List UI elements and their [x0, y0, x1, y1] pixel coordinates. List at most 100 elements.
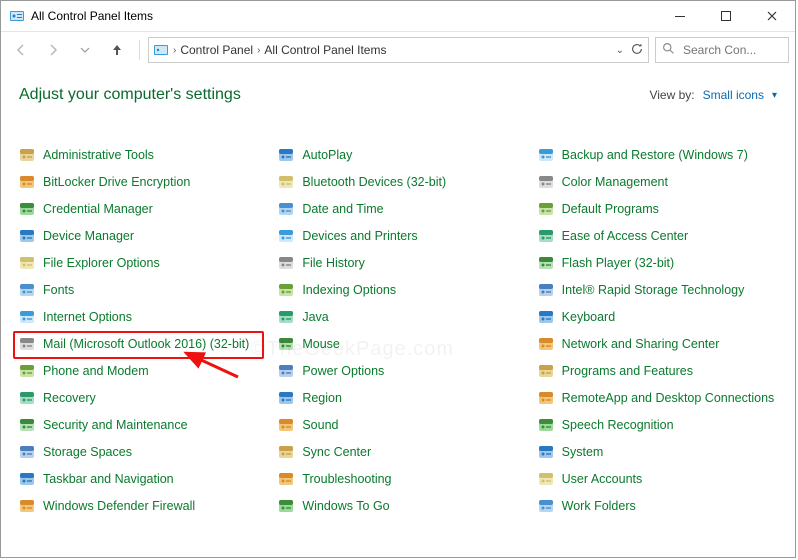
cpl-item-icon: [538, 498, 554, 514]
cpl-item-flash-player-32-bit[interactable]: Flash Player (32-bit): [538, 254, 777, 272]
back-button[interactable]: [7, 36, 35, 64]
cpl-item-icon: [278, 255, 294, 271]
cpl-item-icon: [278, 336, 294, 352]
cpl-item-fonts[interactable]: Fonts: [19, 281, 258, 299]
recent-dropdown[interactable]: [71, 36, 99, 64]
search-icon: [662, 42, 675, 58]
cpl-item-icon: [19, 309, 35, 325]
cpl-item-label: System: [562, 445, 604, 459]
up-button[interactable]: [103, 36, 131, 64]
cpl-item-icon: [538, 201, 554, 217]
maximize-button[interactable]: [703, 1, 749, 31]
cpl-item-internet-options[interactable]: Internet Options: [19, 308, 258, 326]
search-box[interactable]: [655, 37, 789, 63]
cpl-item-credential-manager[interactable]: Credential Manager: [19, 200, 258, 218]
cpl-item-mail-microsoft-outlook-2016-32-bit[interactable]: Mail (Microsoft Outlook 2016) (32-bit): [19, 335, 258, 353]
view-by-value[interactable]: Small icons: [703, 88, 764, 102]
cpl-item-administrative-tools[interactable]: Administrative Tools: [19, 146, 258, 164]
cpl-item-label: Devices and Printers: [302, 229, 417, 243]
cpl-item-icon: [278, 282, 294, 298]
cpl-item-phone-and-modem[interactable]: Phone and Modem: [19, 362, 258, 380]
chevron-down-icon: ▾: [772, 90, 777, 101]
cpl-item-label: RemoteApp and Desktop Connections: [562, 391, 775, 405]
cpl-item-network-and-sharing-center[interactable]: Network and Sharing Center: [538, 335, 777, 353]
forward-button[interactable]: [39, 36, 67, 64]
cpl-item-date-and-time[interactable]: Date and Time: [278, 200, 517, 218]
address-bar[interactable]: › Control Panel › All Control Panel Item…: [148, 37, 649, 63]
chevron-right-icon: ›: [257, 45, 260, 56]
minimize-button[interactable]: [657, 1, 703, 31]
refresh-button[interactable]: [630, 42, 644, 59]
cpl-item-user-accounts[interactable]: User Accounts: [538, 470, 777, 488]
cpl-item-icon: [19, 363, 35, 379]
cpl-item-icon: [538, 147, 554, 163]
cpl-item-windows-to-go[interactable]: Windows To Go: [278, 497, 517, 515]
cpl-item-system[interactable]: System: [538, 443, 777, 461]
breadcrumb-segment[interactable]: Control Panel: [180, 43, 253, 57]
cpl-item-label: Backup and Restore (Windows 7): [562, 148, 748, 162]
cpl-item-label: Storage Spaces: [43, 445, 132, 459]
cpl-item-power-options[interactable]: Power Options: [278, 362, 517, 380]
cpl-item-icon: [278, 444, 294, 460]
cpl-item-region[interactable]: Region: [278, 389, 517, 407]
cpl-item-file-explorer-options[interactable]: File Explorer Options: [19, 254, 258, 272]
cpl-item-java[interactable]: Java: [278, 308, 517, 326]
cpl-item-bluetooth-devices-32-bit[interactable]: Bluetooth Devices (32-bit): [278, 173, 517, 191]
cpl-item-icon: [538, 282, 554, 298]
cpl-item-label: Region: [302, 391, 342, 405]
cpl-item-label: Phone and Modem: [43, 364, 149, 378]
cpl-item-icon: [538, 228, 554, 244]
cpl-item-icon: [538, 174, 554, 190]
chevron-right-icon: ›: [173, 45, 176, 56]
cpl-item-sync-center[interactable]: Sync Center: [278, 443, 517, 461]
cpl-item-label: Credential Manager: [43, 202, 153, 216]
cpl-item-bitlocker-drive-encryption[interactable]: BitLocker Drive Encryption: [19, 173, 258, 191]
cpl-item-autoplay[interactable]: AutoPlay: [278, 146, 517, 164]
cpl-item-label: Fonts: [43, 283, 74, 297]
cpl-item-sound[interactable]: Sound: [278, 416, 517, 434]
cpl-item-taskbar-and-navigation[interactable]: Taskbar and Navigation: [19, 470, 258, 488]
cpl-item-color-management[interactable]: Color Management: [538, 173, 777, 191]
cpl-item-icon: [538, 417, 554, 433]
cpl-item-speech-recognition[interactable]: Speech Recognition: [538, 416, 777, 434]
cpl-item-label: BitLocker Drive Encryption: [43, 175, 190, 189]
cpl-item-icon: [278, 390, 294, 406]
cpl-item-work-folders[interactable]: Work Folders: [538, 497, 777, 515]
cpl-item-mouse[interactable]: Mouse: [278, 335, 517, 353]
search-input[interactable]: [681, 42, 765, 58]
cpl-item-indexing-options[interactable]: Indexing Options: [278, 281, 517, 299]
cpl-item-programs-and-features[interactable]: Programs and Features: [538, 362, 777, 380]
cpl-item-storage-spaces[interactable]: Storage Spaces: [19, 443, 258, 461]
items-column: Administrative Tools BitLocker Drive Enc…: [19, 146, 258, 515]
cpl-item-icon: [19, 174, 35, 190]
cpl-item-file-history[interactable]: File History: [278, 254, 517, 272]
cpl-item-icon: [278, 363, 294, 379]
cpl-item-remoteapp-and-desktop-connections[interactable]: RemoteApp and Desktop Connections: [538, 389, 777, 407]
cpl-item-troubleshooting[interactable]: Troubleshooting: [278, 470, 517, 488]
close-button[interactable]: [749, 1, 795, 31]
view-by-control[interactable]: View by: Small icons ▾: [649, 88, 777, 102]
cpl-item-label: Indexing Options: [302, 283, 396, 297]
cpl-item-label: Color Management: [562, 175, 668, 189]
cpl-item-ease-of-access-center[interactable]: Ease of Access Center: [538, 227, 777, 245]
cpl-item-label: Programs and Features: [562, 364, 693, 378]
cpl-item-default-programs[interactable]: Default Programs: [538, 200, 777, 218]
history-dropdown-icon[interactable]: ⌄: [616, 45, 624, 56]
cpl-item-icon: [538, 255, 554, 271]
cpl-item-icon: [538, 309, 554, 325]
breadcrumb-segment[interactable]: All Control Panel Items: [264, 43, 386, 57]
cpl-item-backup-and-restore-windows-7[interactable]: Backup and Restore (Windows 7): [538, 146, 777, 164]
cpl-item-recovery[interactable]: Recovery: [19, 389, 258, 407]
cpl-item-icon: [19, 390, 35, 406]
cpl-item-label: File Explorer Options: [43, 256, 160, 270]
cpl-item-icon: [19, 417, 35, 433]
cpl-item-windows-defender-firewall[interactable]: Windows Defender Firewall: [19, 497, 258, 515]
cpl-item-device-manager[interactable]: Device Manager: [19, 227, 258, 245]
cpl-item-security-and-maintenance[interactable]: Security and Maintenance: [19, 416, 258, 434]
cpl-item-intel-rapid-storage-technology[interactable]: Intel® Rapid Storage Technology: [538, 281, 777, 299]
cpl-item-keyboard[interactable]: Keyboard: [538, 308, 777, 326]
cpl-item-icon: [278, 228, 294, 244]
cpl-item-icon: [19, 201, 35, 217]
cpl-item-devices-and-printers[interactable]: Devices and Printers: [278, 227, 517, 245]
cpl-item-label: Administrative Tools: [43, 148, 154, 162]
